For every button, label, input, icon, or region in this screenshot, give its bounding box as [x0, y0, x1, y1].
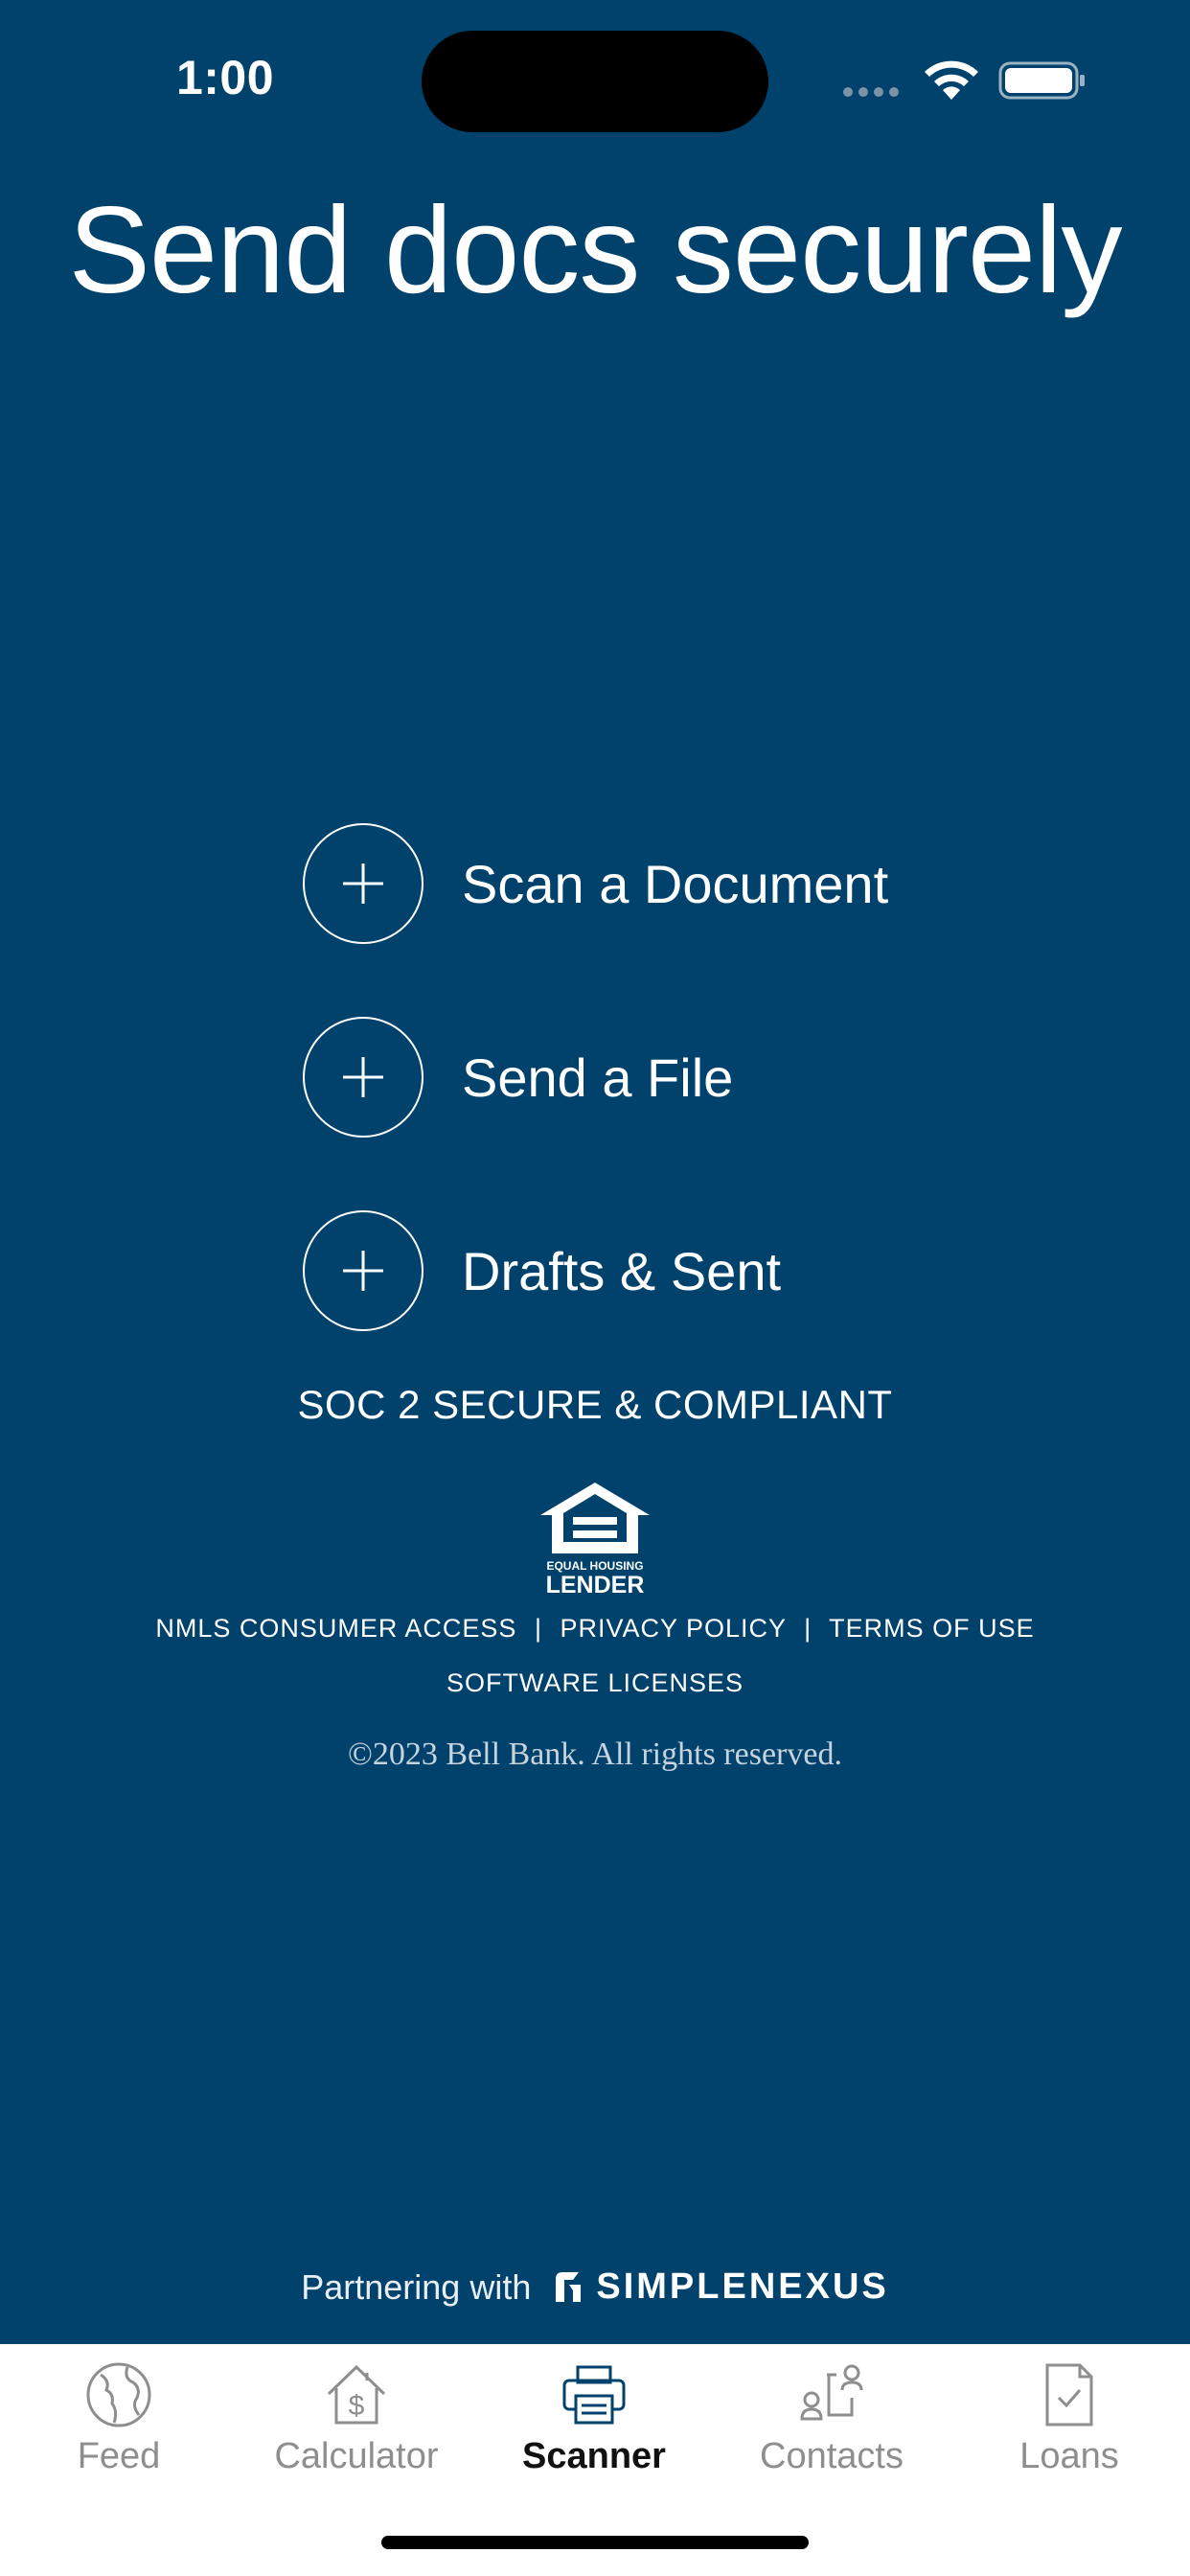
drafts-sent-label: Drafts & Sent — [462, 1240, 782, 1301]
privacy-policy-link[interactable]: PRIVACY POLICY — [560, 1614, 786, 1643]
tab-calculator[interactable]: $ Calculator — [238, 2344, 475, 2488]
equal-housing-lender-logo: EQUAL HOUSING LENDER — [540, 1483, 650, 1598]
software-licenses-link[interactable]: SOFTWARE LICENSES — [0, 1668, 1190, 1698]
scan-document-label: Scan a Document — [462, 853, 889, 914]
tab-feed-label: Feed — [77, 2436, 161, 2476]
copyright-text: ©2023 Bell Bank. All rights reserved. — [348, 1736, 842, 1772]
partner-banner: Partnering with SIMPLENEXUS — [0, 2266, 1190, 2308]
tab-scanner-label: Scanner — [522, 2436, 666, 2476]
house-dollar-icon: $ — [327, 2364, 386, 2425]
ehl-line1: EQUAL HOUSING — [546, 1559, 643, 1573]
tab-feed[interactable]: Feed — [0, 2344, 238, 2488]
plus-icon — [303, 823, 423, 944]
send-file-label: Send a File — [462, 1046, 734, 1108]
tab-scanner[interactable]: Scanner — [475, 2344, 713, 2488]
battery-icon — [998, 61, 1085, 100]
send-file-button[interactable]: Send a File — [303, 1014, 733, 1140]
printer-icon — [562, 2365, 626, 2425]
drafts-sent-button[interactable]: Drafts & Sent — [303, 1208, 781, 1334]
plus-icon — [303, 1017, 423, 1138]
globe-icon — [86, 2362, 151, 2427]
ehl-line2: LENDER — [546, 1572, 645, 1598]
contacts-icon — [800, 2364, 863, 2421]
plus-icon — [303, 1210, 423, 1331]
dynamic-island — [422, 31, 768, 132]
svg-text:$: $ — [349, 2390, 365, 2422]
nmls-link[interactable]: NMLS CONSUMER ACCESS — [155, 1614, 516, 1643]
scanner-screen: 1:00 Send docs securely Scan a Document … — [0, 0, 1190, 2576]
tab-contacts[interactable]: Contacts — [713, 2344, 950, 2488]
cellular-signal-icon — [843, 87, 899, 97]
partner-text: Partnering with — [301, 2266, 532, 2307]
tab-calculator-label: Calculator — [274, 2436, 439, 2476]
tab-contacts-label: Contacts — [760, 2436, 904, 2476]
tab-loans-label: Loans — [1019, 2436, 1119, 2476]
scan-document-button[interactable]: Scan a Document — [303, 820, 888, 947]
partner-brand: SIMPLENEXUS — [596, 2266, 889, 2307]
link-separator: | — [804, 1614, 812, 1643]
document-check-icon — [1045, 2363, 1093, 2426]
tab-loans[interactable]: Loans — [950, 2344, 1188, 2488]
status-time: 1:00 — [175, 51, 275, 104]
compliance-text: SOC 2 SECURE & COMPLIANT — [297, 1382, 893, 1427]
footer-links: NMLS CONSUMER ACCESS | PRIVACY POLICY | … — [0, 1614, 1190, 1644]
terms-of-use-link[interactable]: TERMS OF USE — [829, 1614, 1035, 1643]
wifi-icon — [925, 60, 978, 100]
simplenexus-logo-icon — [556, 2271, 582, 2302]
home-indicator — [381, 2536, 809, 2549]
page-title: Send docs securely — [68, 182, 1122, 319]
link-separator: | — [534, 1614, 542, 1643]
